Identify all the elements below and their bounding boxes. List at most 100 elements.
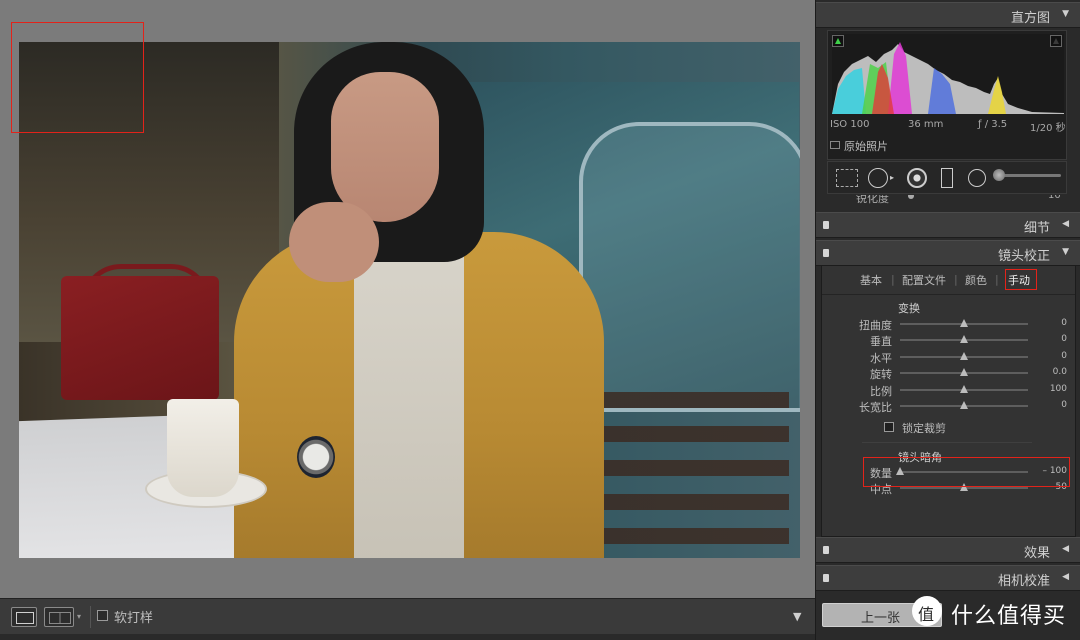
photo-shirt bbox=[354, 242, 464, 558]
slider-label: 长宽比 bbox=[859, 401, 892, 414]
partially-scrolled-slider: 锐化度 10 bbox=[816, 195, 1080, 205]
image-canvas[interactable] bbox=[0, 0, 815, 598]
panel-grip-icon bbox=[823, 249, 829, 257]
detail-header[interactable]: 细节 ◀ bbox=[816, 212, 1080, 238]
lock-crop-checkbox[interactable] bbox=[884, 422, 894, 432]
adjustment-brush-icon[interactable] bbox=[993, 169, 1061, 181]
red-eye-icon[interactable] bbox=[907, 168, 927, 188]
slider-thumb[interactable] bbox=[960, 335, 968, 344]
lens-correction-panel: 基本 | 配置文件 | 颜色 | 手动 变换 扭曲度 0 垂直 0 水平 0 旋转 0.0 比例… bbox=[821, 265, 1076, 537]
photo-display-case bbox=[579, 122, 800, 412]
develop-panel: 直方图 ▼ ISO 100 36 mm ƒ / 3.5 1/20 秒 原始照片 … bbox=[815, 0, 1080, 640]
slider-thumb[interactable] bbox=[960, 351, 968, 360]
tab-separator: | bbox=[891, 273, 895, 286]
slider-track[interactable] bbox=[900, 319, 1028, 327]
slider-track[interactable] bbox=[900, 401, 1028, 409]
crop-tool-icon[interactable] bbox=[836, 169, 858, 187]
tab-profile[interactable]: 配置文件 bbox=[902, 272, 946, 288]
slider-row[interactable]: 垂直 0 bbox=[822, 333, 1075, 348]
expand-arrow-icon[interactable]: ◀ bbox=[1062, 219, 1069, 229]
original-photo-checkbox[interactable] bbox=[830, 141, 840, 149]
tool-strip: ▸ bbox=[827, 161, 1067, 194]
camera-calibration-header[interactable]: 相机校准 ◀ bbox=[816, 565, 1080, 591]
exif-iso: ISO 100 bbox=[830, 119, 870, 130]
graduated-filter-icon[interactable] bbox=[941, 168, 953, 188]
slider-value: 10 bbox=[1048, 195, 1061, 201]
slider-value[interactable]: 100 bbox=[1050, 384, 1067, 394]
view-mode-dropdown-icon[interactable]: ▾ bbox=[77, 612, 81, 621]
slider-track[interactable] bbox=[900, 368, 1028, 377]
slider-value[interactable]: 0 bbox=[1061, 351, 1067, 361]
slider-label: 水平 bbox=[870, 351, 892, 365]
panel-grip-icon bbox=[823, 574, 829, 582]
panel-grip-icon bbox=[823, 546, 829, 554]
tab-separator: | bbox=[954, 273, 958, 286]
collapse-arrow-icon[interactable]: ▼ bbox=[1062, 9, 1069, 19]
histogram: ISO 100 36 mm ƒ / 3.5 1/20 秒 原始照片 bbox=[827, 30, 1067, 160]
slider-thumb[interactable] bbox=[908, 195, 914, 199]
expand-arrow-icon[interactable]: ◀ bbox=[1062, 572, 1069, 582]
panel-grip-icon bbox=[823, 221, 829, 229]
slider-value[interactable]: 0.0 bbox=[1053, 367, 1067, 377]
slider-row[interactable]: 旋转 0.0 bbox=[822, 366, 1075, 381]
lock-crop-label[interactable]: 锁定裁剪 bbox=[902, 420, 946, 436]
slider-label: 比例 bbox=[870, 384, 892, 398]
slider-value[interactable]: 0 bbox=[1061, 318, 1067, 328]
annotation-highlight-vignette bbox=[863, 457, 1070, 487]
slider-thumb[interactable] bbox=[960, 401, 968, 409]
histogram-title: 直方图 bbox=[1010, 11, 1050, 26]
slider-row[interactable]: 扭曲度 0 bbox=[822, 317, 1075, 332]
expand-arrow-icon[interactable]: ◀ bbox=[1062, 544, 1069, 554]
photo-chair bbox=[579, 392, 789, 558]
lens-tabs: 基本 | 配置文件 | 颜色 | 手动 bbox=[822, 266, 1075, 294]
slider-thumb[interactable] bbox=[960, 319, 968, 327]
slider-row[interactable]: 比例 100 bbox=[822, 383, 1075, 398]
slider-track[interactable] bbox=[900, 351, 1028, 360]
exif-aperture: ƒ / 3.5 bbox=[978, 119, 1008, 130]
radial-filter-icon[interactable] bbox=[968, 169, 986, 187]
slider-thumb[interactable] bbox=[960, 384, 968, 393]
tab-color[interactable]: 颜色 bbox=[965, 272, 987, 288]
histogram-header[interactable]: 直方图 ▼ bbox=[816, 2, 1080, 28]
softproof-label[interactable]: 软打样 bbox=[114, 607, 153, 626]
loupe-view-icon[interactable] bbox=[11, 607, 37, 627]
spot-removal-arrow-icon: ▸ bbox=[890, 173, 895, 182]
effects-title: 效果 bbox=[1023, 546, 1050, 561]
shadow-clipping-icon[interactable] bbox=[832, 35, 844, 47]
slider-track[interactable] bbox=[900, 483, 1028, 491]
slider-value[interactable]: 0 bbox=[1061, 400, 1067, 410]
slider-thumb[interactable] bbox=[960, 368, 968, 377]
spot-removal-icon[interactable] bbox=[868, 168, 888, 188]
before-after-view-icon[interactable] bbox=[44, 607, 74, 627]
photo-hand bbox=[289, 202, 379, 282]
annotation-highlight-corner bbox=[11, 22, 144, 133]
highlight-clipping-icon[interactable] bbox=[1050, 35, 1062, 47]
bottom-toolbar: ▾ 软打样 ▼ bbox=[0, 598, 815, 634]
slider-value[interactable]: 0 bbox=[1061, 334, 1067, 344]
detail-title: 细节 bbox=[1023, 221, 1050, 236]
annotation-highlight-tab bbox=[1005, 269, 1037, 290]
brand-logo-icon bbox=[912, 596, 942, 626]
toolbar-menu-icon[interactable]: ▼ bbox=[793, 610, 801, 623]
collapse-arrow-icon[interactable]: ▼ bbox=[1062, 247, 1069, 257]
tab-underline bbox=[822, 294, 1075, 295]
softproof-checkbox[interactable] bbox=[97, 610, 108, 621]
exif-focal-length: 36 mm bbox=[908, 119, 944, 130]
slider-row[interactable]: 水平 0 bbox=[822, 350, 1075, 365]
section-divider bbox=[862, 442, 1032, 443]
lens-correction-header[interactable]: 镜头校正 ▼ bbox=[816, 240, 1080, 266]
slider-label: 扭曲度 bbox=[859, 319, 892, 332]
slider-track[interactable] bbox=[900, 384, 1028, 393]
watermark-text: 什么值得买 bbox=[951, 604, 1067, 629]
photo-watch bbox=[297, 436, 335, 478]
effects-header[interactable]: 效果 ◀ bbox=[816, 537, 1080, 563]
slider-label: 锐化度 bbox=[856, 195, 889, 205]
slider-track[interactable] bbox=[900, 335, 1028, 344]
camera-calibration-title: 相机校准 bbox=[997, 574, 1050, 589]
tab-basic[interactable]: 基本 bbox=[860, 272, 882, 288]
original-photo-label[interactable]: 原始照片 bbox=[844, 138, 888, 154]
slider-row[interactable]: 长宽比 0 bbox=[822, 399, 1075, 414]
exif-shutter: 1/20 秒 bbox=[1030, 123, 1066, 134]
toolbar-divider bbox=[90, 606, 91, 628]
transform-title: 变换 bbox=[898, 302, 920, 315]
